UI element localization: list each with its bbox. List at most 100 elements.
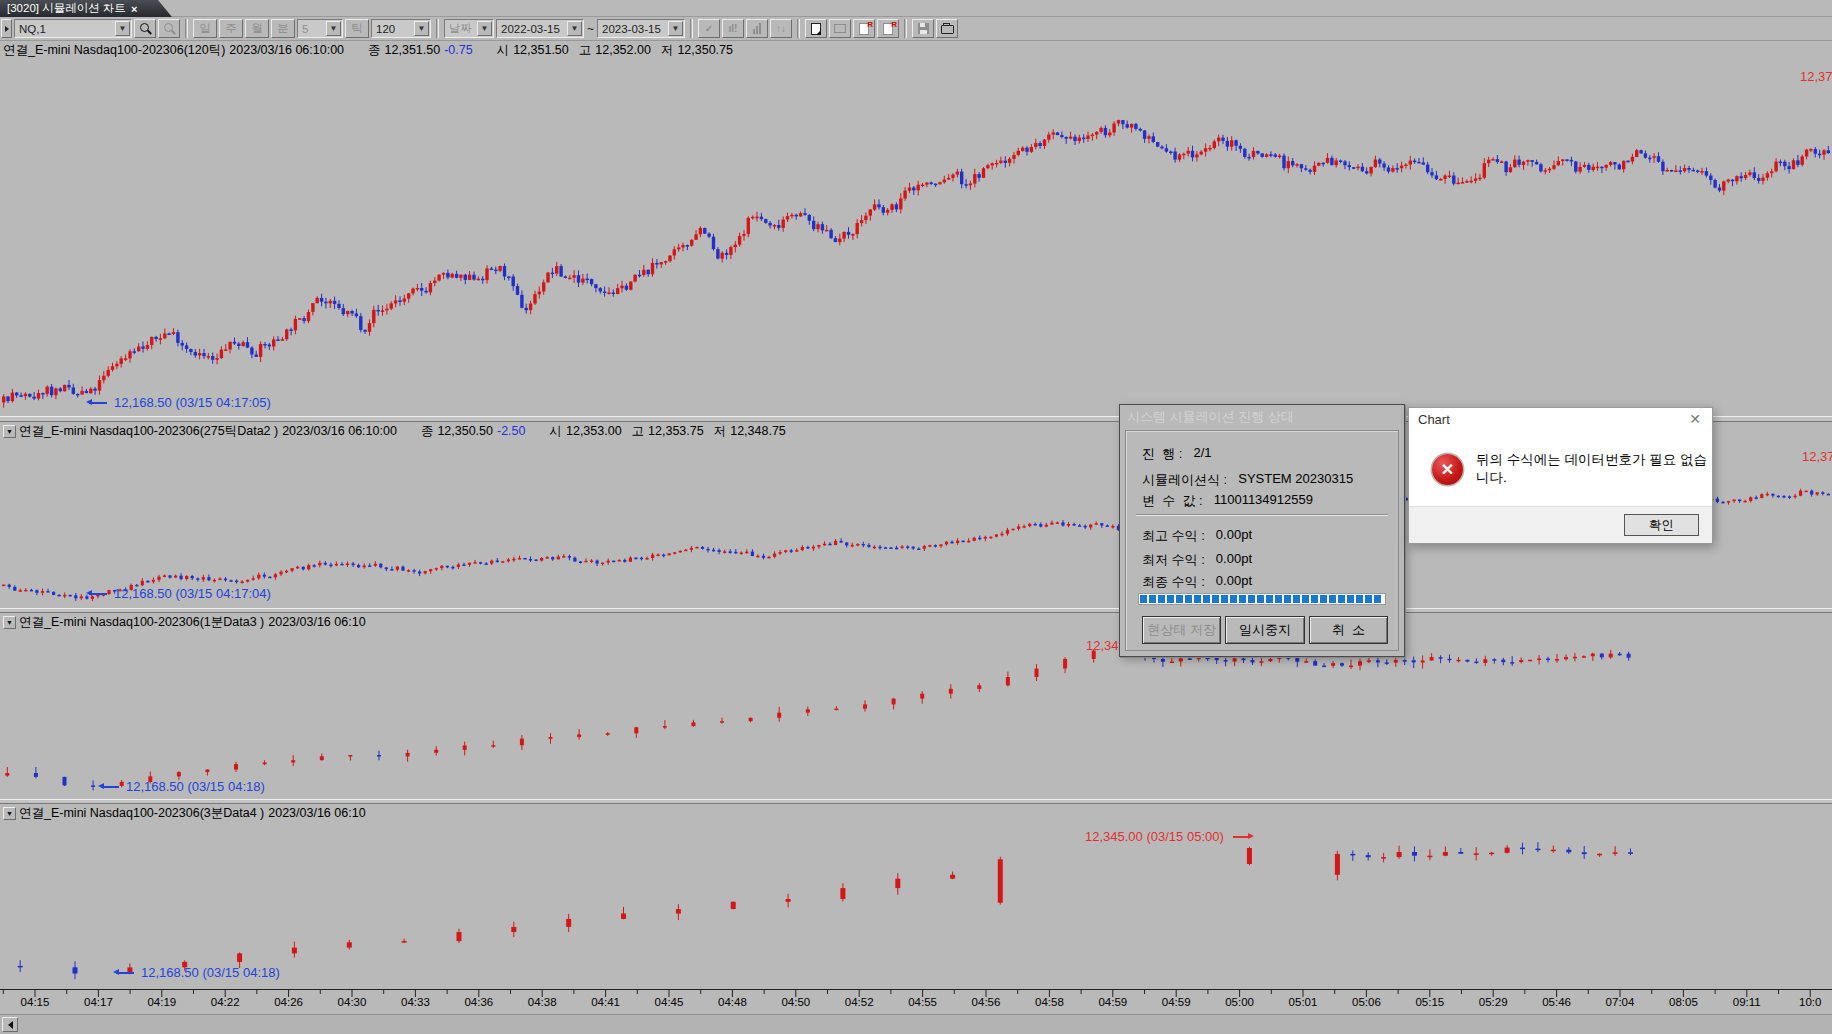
ok-button[interactable]: 확인 [1624, 514, 1699, 536]
pause-button[interactable]: 일시중지 [1225, 616, 1304, 644]
chart3-1min[interactable]: 12,168.50 (03/15 04:18) 12,345 [0, 631, 1832, 799]
dialog-title[interactable]: 시스템 시뮬레이션 진행 상태 [1120, 405, 1404, 429]
magnifier-off-icon [164, 23, 175, 34]
time-axis-label: 07:04 [1598, 996, 1642, 1008]
time-axis-label: 04:58 [1027, 996, 1071, 1008]
date-to-combo[interactable]: 2023-03-15▼ [597, 19, 685, 38]
scroll-left-button[interactable] [2, 1017, 18, 1032]
signal-tool-button[interactable]: ıl! [722, 19, 744, 38]
panel1-high: 12,352.00 [595, 43, 651, 57]
minute-combo[interactable]: 5▼ [297, 19, 343, 38]
collapse-left-button[interactable] [1, 19, 12, 38]
variable-value: 11001134912559 [1214, 492, 1313, 508]
panel1-change: -0.75 [444, 43, 473, 57]
time-axis: 04:1504:1704:1904:2204:2604:3004:3304:36… [0, 986, 1832, 1014]
date-from-combo[interactable]: 2022-03-15▼ [496, 19, 584, 38]
progress-bar [1138, 593, 1386, 605]
period-week-button[interactable]: 주 [219, 19, 243, 38]
simulation-formula: SYSTEM 20230315 [1238, 471, 1353, 487]
chevron-down-icon[interactable]: ▼ [477, 21, 492, 36]
open-button[interactable] [936, 19, 958, 38]
toolbar-separator [185, 19, 188, 38]
time-axis-label: 04:36 [457, 996, 501, 1008]
horizontal-scrollbar[interactable] [0, 1014, 1832, 1034]
time-axis-label: 04:59 [1091, 996, 1135, 1008]
chevron-down-icon[interactable]: ▼ [668, 21, 683, 36]
chevron-down-icon[interactable]: ▼ [414, 21, 429, 36]
chevron-down-icon[interactable]: ▼ [567, 21, 582, 36]
tab-simulation-chart[interactable]: [3020] 시뮬레이션 차트 × [0, 0, 172, 17]
volume-tool-button[interactable] [746, 19, 768, 38]
time-axis-label: 04:26 [267, 996, 311, 1008]
time-axis-label: 04:19 [140, 996, 184, 1008]
save-state-button[interactable]: 현상태 저장 [1142, 616, 1221, 644]
panel1-datetime: 2023/03/16 06:10:00 [229, 43, 344, 57]
time-axis-label: 04:30 [330, 996, 374, 1008]
time-axis-label: 04:38 [520, 996, 564, 1008]
sort-updown-icon: ↑↓ [776, 23, 786, 34]
chart1-low-marker: 12,168.50 (03/15 04:17:05) [86, 395, 271, 410]
time-axis-label: 04:50 [774, 996, 818, 1008]
sort-tool-button[interactable]: ↑↓ [770, 19, 792, 38]
tick-count-combo[interactable]: 120▼ [371, 19, 431, 38]
error-message: 뒤의 수식에는 데이터번호가 필요 없습니다. [1476, 451, 1712, 487]
chart4-3min[interactable]: 12,168.50 (03/15 04:18) 12,345.00 (03/15… [0, 822, 1832, 986]
panel1-open: 12,351.50 [513, 43, 569, 57]
panel3-header: ▼ 연결_E-mini Nasdaq100-202306(1분Data3 ) 2… [0, 613, 1832, 631]
symbol-combo[interactable]: NQ,1▼ [14, 19, 132, 38]
time-axis-label: 04:45 [647, 996, 691, 1008]
toolbar-separator [904, 19, 907, 38]
error-icon [1432, 454, 1463, 485]
chart4-low-marker: 12,168.50 (03/15 04:18) [113, 965, 280, 980]
save-button[interactable] [912, 19, 934, 38]
period-minute-button[interactable]: 분 [271, 19, 295, 38]
tab-title: [3020] 시뮬레이션 차트 [7, 1, 126, 16]
tab-bar: [3020] 시뮬레이션 차트 × [0, 0, 1832, 17]
panel3-title: 연결_E-mini Nasdaq100-202306(1분Data3 ) [19, 614, 264, 631]
panel1-title: 연결_E-mini Nasdaq100-202306(120틱) [3, 42, 225, 59]
dialog-footer: 확인 [1409, 506, 1712, 543]
new-document-icon [811, 23, 821, 35]
chart-restore-button[interactable]: R [853, 19, 875, 38]
panel3-dropdown-button[interactable]: ▼ [3, 616, 16, 629]
chart2-price-label: 12,37 [1802, 449, 1832, 464]
tab-close-icon[interactable]: × [131, 3, 137, 15]
tick-button[interactable]: 틱 [345, 19, 369, 38]
folder-icon [941, 25, 954, 34]
chevron-down-icon[interactable]: ▼ [115, 21, 130, 36]
period-month-button[interactable]: 월 [245, 19, 269, 38]
min-profit: 0.00pt [1216, 551, 1252, 567]
panel3-datetime: 2023/03/16 06:10 [268, 615, 365, 629]
max-profit: 0.00pt [1216, 527, 1252, 543]
panel2-dropdown-button[interactable]: ▼ [3, 425, 16, 438]
time-axis-label: 04:41 [584, 996, 628, 1008]
chart-error-dialog: Chart ✕ 뒤의 수식에는 데이터번호가 필요 없습니다. 확인 [1408, 407, 1713, 544]
screen-button[interactable] [829, 19, 851, 38]
time-axis-label: 04:33 [393, 996, 437, 1008]
close-icon[interactable]: ✕ [1689, 411, 1701, 427]
time-axis-label: 04:48 [710, 996, 754, 1008]
panel4-dropdown-button[interactable]: ▼ [3, 807, 16, 820]
panel1-header: 연결_E-mini Nasdaq100-202306(120틱) 2023/03… [0, 41, 1832, 59]
search-button[interactable] [134, 19, 156, 38]
panel1-low: 12,350.75 [677, 43, 733, 57]
collapse-arrow-icon [5, 26, 9, 32]
new-chart-button[interactable] [805, 19, 827, 38]
chevron-down-icon[interactable]: ▼ [326, 21, 341, 36]
dialog-titlebar[interactable]: Chart ✕ [1409, 408, 1712, 430]
time-axis-label: 04:59 [1154, 996, 1198, 1008]
chart1-120tick[interactable]: 12,168.50 (03/15 04:17:05) 12,37 [0, 59, 1832, 416]
app-window: [3020] 시뮬레이션 차트 × NQ,1▼ 일 주 월 분 5▼ 틱 120… [0, 0, 1832, 1034]
dialog-title: Chart [1418, 412, 1450, 427]
chart1-price-label: 12,37 [1800, 69, 1832, 84]
cancel-button[interactable]: 취 소 [1309, 616, 1388, 644]
charts-restore-button[interactable]: R [877, 19, 899, 38]
trendline-tool-button[interactable]: ✓ [698, 19, 720, 38]
simulation-progress-dialog: 시스템 시뮬레이션 진행 상태 진 행 :2/1 시뮬레이션식 :SYSTEM … [1119, 404, 1405, 657]
period-day-button[interactable]: 일 [193, 19, 217, 38]
panel2-open: 12,353.00 [566, 424, 622, 438]
panel2-high: 12,353.75 [648, 424, 704, 438]
search-off-button[interactable] [158, 19, 180, 38]
date-mode-combo[interactable]: 날짜▼ [444, 19, 494, 38]
magnifier-icon [140, 23, 151, 34]
